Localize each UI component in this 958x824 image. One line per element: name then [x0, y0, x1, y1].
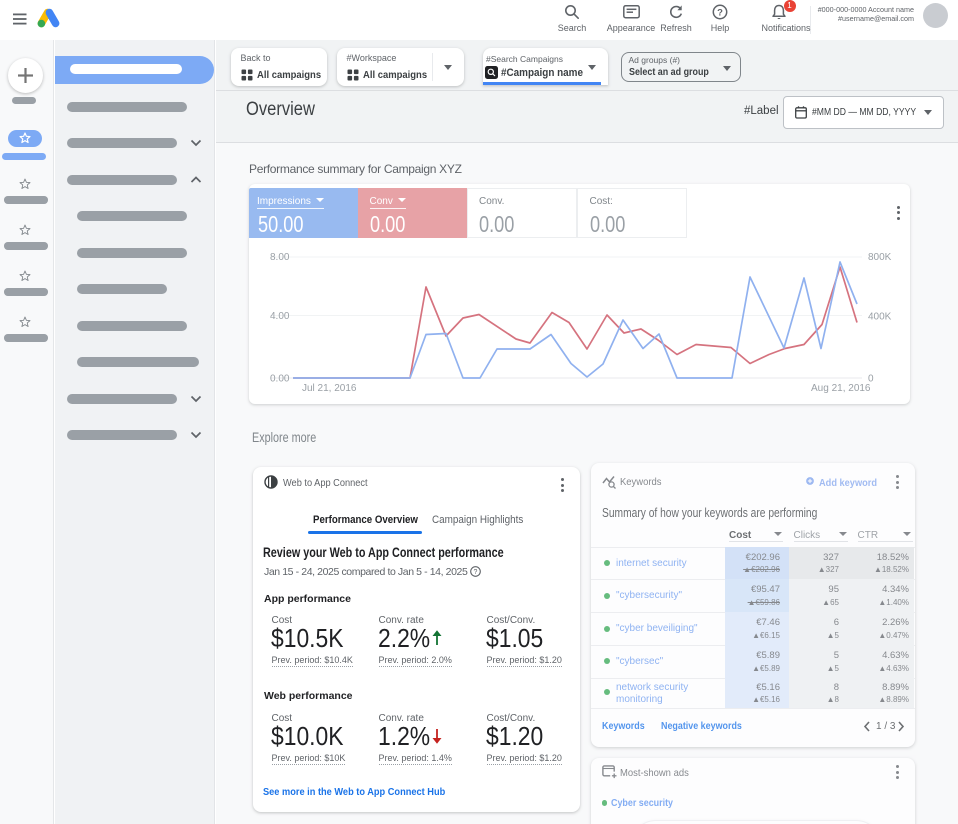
svg-text:800K: 800K	[868, 252, 892, 263]
svg-text:4.00: 4.00	[270, 311, 290, 322]
svg-text:0.00: 0.00	[270, 374, 290, 385]
svg-text:8.00: 8.00	[270, 252, 290, 263]
svg-text:?: ?	[474, 569, 478, 576]
svg-text:Jul 21, 2016: Jul 21, 2016	[302, 383, 357, 394]
svg-text:?: ?	[717, 7, 723, 18]
svg-text:Aug 21, 2016: Aug 21, 2016	[811, 383, 871, 394]
svg-text:400K: 400K	[868, 312, 892, 323]
